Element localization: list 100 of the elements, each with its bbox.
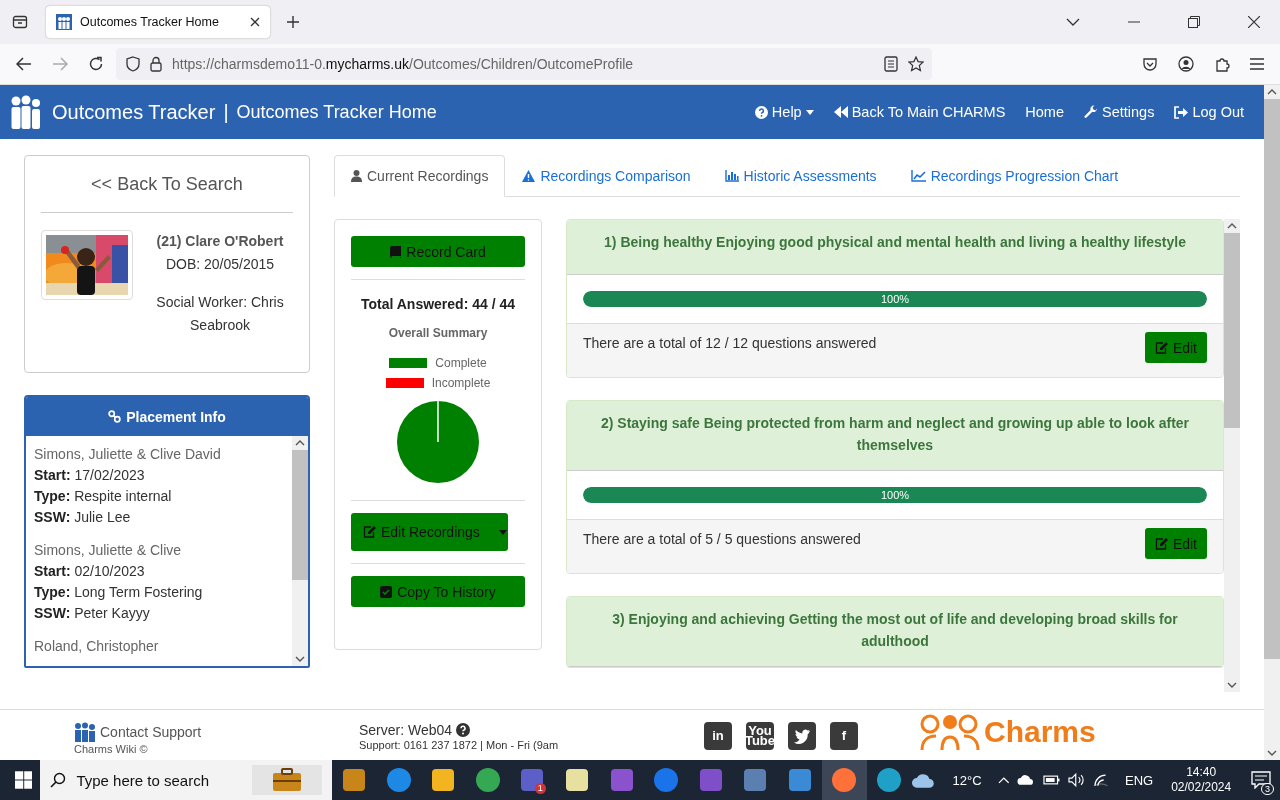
scroll-up-icon[interactable] bbox=[1227, 223, 1237, 229]
double-left-arrow-icon bbox=[833, 106, 848, 118]
menu-icon[interactable] bbox=[1250, 58, 1264, 70]
scrollbar[interactable] bbox=[292, 436, 308, 666]
star-icon[interactable] bbox=[908, 56, 924, 72]
wifi-icon[interactable] bbox=[1093, 773, 1109, 787]
edit-icon bbox=[363, 526, 376, 538]
restore-icon[interactable] bbox=[1188, 16, 1200, 28]
legend-label: Incomplete bbox=[431, 376, 491, 390]
tab[interactable]: Recordings Comparison bbox=[505, 155, 708, 197]
warning-icon bbox=[522, 170, 536, 182]
nav-link[interactable]: Help bbox=[754, 104, 814, 120]
cloud-icon[interactable] bbox=[1017, 774, 1035, 786]
close-icon[interactable] bbox=[250, 17, 260, 27]
scroll-down-icon[interactable] bbox=[295, 656, 305, 662]
reload-icon[interactable] bbox=[88, 56, 104, 72]
scroll-up-icon[interactable] bbox=[295, 440, 305, 446]
nav-link[interactable]: Back To Main CHARMS bbox=[833, 104, 1006, 120]
edit-button[interactable]: Edit bbox=[1144, 332, 1207, 363]
question-circle-icon[interactable] bbox=[456, 723, 471, 737]
nav-link[interactable]: Log Out bbox=[1174, 104, 1244, 120]
page-title: Outcomes Tracker Home bbox=[236, 101, 437, 123]
chevron-down-icon[interactable] bbox=[1066, 17, 1080, 27]
social-worker: Social Worker: Chris Seabrook bbox=[155, 293, 285, 335]
placement-detail: Type: Long Term Fostering bbox=[34, 583, 204, 602]
scroll-down-icon[interactable] bbox=[1227, 682, 1237, 688]
cloud-icon[interactable] bbox=[911, 771, 937, 789]
checkbox-icon bbox=[380, 585, 393, 598]
date-of-birth: DOB: 20/05/2015 bbox=[165, 255, 275, 274]
sign-out-icon bbox=[1174, 105, 1189, 119]
placement-detail: Start: 02/10/2023 bbox=[34, 562, 146, 581]
scrollbar[interactable] bbox=[1224, 219, 1240, 692]
chevron-up-icon[interactable] bbox=[997, 776, 1010, 784]
answered-count: There are a total of 12 / 12 questions answered bbox=[583, 335, 877, 351]
question-circle-icon bbox=[754, 105, 768, 119]
notification-badge: 1 bbox=[534, 783, 546, 794]
bird-icon[interactable] bbox=[788, 722, 816, 750]
bar-chart-icon bbox=[724, 170, 739, 182]
clock[interactable]: 14:40 02/02/2024 bbox=[1171, 765, 1232, 795]
contact-support-link[interactable]: Contact Support bbox=[100, 724, 202, 740]
people-logo-icon bbox=[920, 714, 980, 750]
placement-detail: Type: Respite internal bbox=[34, 487, 173, 506]
outcome-title: 2) Staying safe Being protected from harm and neglect and growing up able to look after themselves bbox=[600, 415, 1190, 453]
placement-detail: Start: 17/02/2023 bbox=[34, 466, 146, 485]
briefcase-icon bbox=[251, 765, 322, 795]
scrollbar[interactable] bbox=[1264, 85, 1280, 760]
people-logo-icon bbox=[56, 14, 72, 30]
puzzle-icon[interactable] bbox=[1214, 56, 1230, 72]
tab-list-icon[interactable] bbox=[12, 14, 28, 30]
back-to-search-link[interactable]: << Back To Search bbox=[41, 174, 293, 195]
language-indicator[interactable]: ENG bbox=[1125, 772, 1154, 788]
nav-link[interactable]: Home bbox=[1025, 104, 1064, 120]
taskbar-search-field[interactable]: Type here to search bbox=[40, 760, 332, 800]
outcome-title: 1) Being healthy Enjoying good physical and mental health and living a healthy lifestyle bbox=[604, 234, 1186, 250]
close-icon[interactable] bbox=[1248, 16, 1260, 28]
chart-title: Overall Summary bbox=[388, 326, 488, 340]
new-tab-icon[interactable] bbox=[286, 15, 300, 29]
pocket-icon[interactable] bbox=[1142, 56, 1158, 72]
carer-name: Simons, Juliette & Clive David bbox=[34, 445, 222, 464]
windows-start-icon[interactable] bbox=[15, 771, 33, 789]
scroll-down-icon[interactable] bbox=[1267, 750, 1277, 756]
placement-detail: SSW: Julie Lee bbox=[34, 508, 132, 527]
line-chart-icon bbox=[910, 170, 926, 182]
shield-icon[interactable] bbox=[126, 56, 140, 72]
carer-name: Simons, Juliette & Clive bbox=[34, 541, 183, 560]
nav-link[interactable]: Settings bbox=[1084, 104, 1155, 120]
scroll-up-icon[interactable] bbox=[1267, 89, 1277, 95]
app-title[interactable]: Outcomes Tracker bbox=[52, 100, 216, 124]
record-card-button[interactable]: Record Card bbox=[351, 236, 525, 267]
account-icon[interactable] bbox=[1178, 56, 1194, 72]
copy-to-history-button[interactable]: Copy To History bbox=[351, 576, 525, 607]
browser-tab[interactable]: Outcomes Tracker Home bbox=[46, 6, 270, 38]
edit-recordings-button[interactable]: Edit Recordings bbox=[351, 513, 508, 551]
taskbar-app[interactable]: 1 bbox=[510, 760, 555, 800]
caret-icon bbox=[498, 529, 507, 535]
back-arrow-icon[interactable] bbox=[16, 57, 32, 71]
people-logo-icon[interactable] bbox=[10, 95, 42, 129]
temperature[interactable]: 12°C bbox=[952, 772, 982, 788]
reader-view-icon[interactable] bbox=[884, 56, 898, 72]
child-name: (21) Clare O'Robert bbox=[156, 232, 284, 251]
outcome-title: 3) Enjoying and achieving Getting the most out of life and developing broad skills for adulthood bbox=[612, 611, 1178, 649]
battery-icon[interactable] bbox=[1042, 774, 1061, 786]
tab[interactable]: Current Recordings bbox=[334, 155, 506, 197]
padlock-icon[interactable] bbox=[150, 56, 162, 72]
server-name: Server: Web04 bbox=[359, 722, 453, 738]
notification-count: 3 bbox=[1260, 783, 1274, 795]
social-link[interactable]: You Tube bbox=[746, 722, 774, 750]
social-link[interactable]: in bbox=[704, 722, 732, 750]
tab[interactable]: Recordings Progression Chart bbox=[893, 155, 1136, 197]
answered-count: There are a total of 5 / 5 questions answered bbox=[583, 531, 861, 547]
placement-detail: SSW: Peter Kayyy bbox=[34, 604, 151, 623]
address-bar[interactable]: https://charmsdemo11-0.mycharms.uk/Outcomes/Children/OutcomeProfile bbox=[116, 48, 932, 80]
tab[interactable]: Historic Assessments bbox=[707, 155, 894, 197]
speaker-icon[interactable] bbox=[1068, 773, 1086, 787]
social-link[interactable]: f bbox=[830, 722, 858, 750]
edit-icon bbox=[1154, 537, 1168, 550]
edit-button[interactable]: Edit bbox=[1144, 528, 1207, 559]
carer-name: Roland, Christopher bbox=[34, 637, 160, 656]
wiki-link[interactable]: Charms Wiki © bbox=[74, 743, 359, 755]
people-logo-icon bbox=[74, 722, 96, 742]
